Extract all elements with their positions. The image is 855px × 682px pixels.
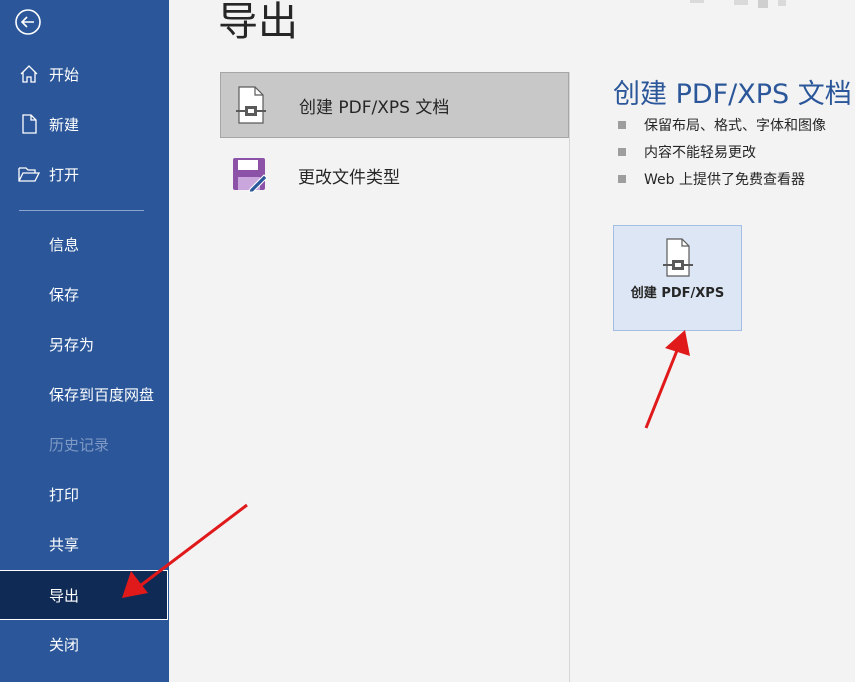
button-label: 创建 PDF/XPS (630, 286, 725, 301)
bullet-square-icon (618, 120, 626, 129)
sidebar-item-label: 导出 (49, 586, 80, 605)
back-arrow-icon (15, 9, 41, 35)
pdf-doc-icon (231, 85, 271, 125)
sidebar-item-share[interactable]: 共享 (0, 519, 169, 569)
bullet-square-icon (618, 147, 626, 156)
back-button[interactable] (14, 8, 42, 36)
sidebar-divider (19, 210, 144, 211)
sidebar-item-label: 新建 (49, 115, 80, 134)
page-title: 导出 (218, 0, 298, 45)
open-folder-icon (18, 163, 40, 185)
new-doc-icon (18, 113, 40, 135)
sidebar-item-label: 信息 (49, 235, 80, 254)
list-item: 内容不能轻易更改 (618, 138, 826, 165)
sidebar-item-label: 打印 (49, 485, 80, 504)
panel-divider (569, 72, 570, 682)
sidebar-item-label: 另存为 (49, 335, 95, 354)
home-icon (18, 63, 40, 85)
sidebar-item-label: 保存 (49, 285, 80, 304)
detail-bullets: 保留布局、格式、字体和图像 内容不能轻易更改 Web 上提供了免费查看器 (618, 111, 826, 192)
sidebar-item-history: 历史记录 (0, 419, 169, 469)
sidebar-item-close[interactable]: 关闭 (0, 619, 169, 669)
option-change-file-type[interactable]: 更改文件类型 (220, 142, 569, 208)
option-label: 更改文件类型 (298, 167, 400, 188)
create-pdf-xps-button[interactable]: 创建 PDF/XPS (613, 225, 742, 331)
sidebar-item-label: 共享 (49, 535, 80, 554)
sidebar-item-label: 关闭 (49, 635, 80, 654)
option-label: 创建 PDF/XPS 文档 (299, 97, 450, 118)
sidebar-item-label: 保存到百度网盘 (49, 385, 155, 404)
sidebar-item-label: 打开 (49, 165, 80, 184)
list-item: Web 上提供了免费查看器 (618, 165, 826, 192)
arrow-to-pdf-button-icon (644, 330, 690, 429)
sidebar-item-label: 开始 (49, 65, 80, 84)
list-item: 保留布局、格式、字体和图像 (618, 111, 826, 138)
sidebar-item-info[interactable]: 信息 (0, 219, 169, 269)
bullet-square-icon (618, 174, 626, 183)
sidebar-item-new[interactable]: 新建 (0, 99, 169, 149)
save-filetype-icon (230, 155, 270, 195)
sidebar-item-print[interactable]: 打印 (0, 469, 169, 519)
sidebar-item-save[interactable]: 保存 (0, 269, 169, 319)
option-create-pdf-xps[interactable]: 创建 PDF/XPS 文档 (220, 72, 569, 138)
sidebar-item-export[interactable]: 导出 (0, 570, 168, 620)
sidebar-item-open[interactable]: 打开 (0, 149, 169, 199)
backstage-sidebar: 开始 新建 打开 信息 保存 另存为 保存到百度网盘 历史记录 打印 共享 导出… (0, 0, 169, 682)
sidebar-item-home[interactable]: 开始 (0, 49, 169, 99)
pdf-doc-icon (662, 238, 693, 277)
sidebar-item-save-as[interactable]: 另存为 (0, 319, 169, 369)
sidebar-item-label: 历史记录 (49, 435, 110, 454)
detail-title: 创建 PDF/XPS 文档 (613, 79, 852, 110)
sidebar-item-save-to-baidu[interactable]: 保存到百度网盘 (0, 369, 169, 419)
title-bar-decoration (690, 0, 786, 8)
